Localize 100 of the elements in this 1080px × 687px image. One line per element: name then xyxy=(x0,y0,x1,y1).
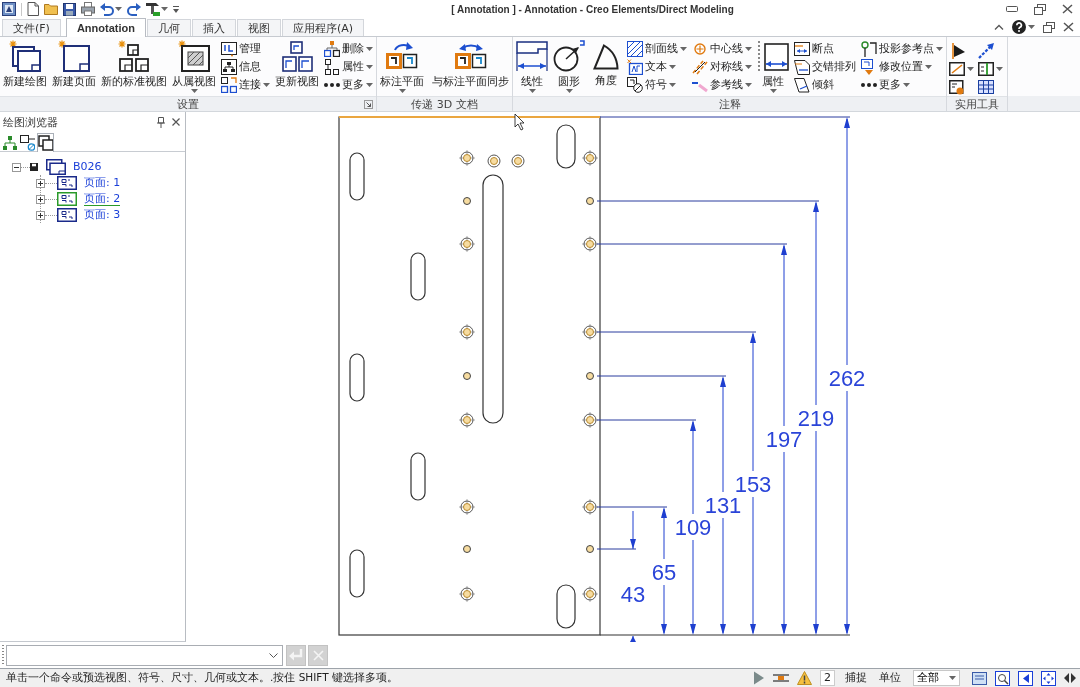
ribbon-button[interactable]: 修改位置 xyxy=(860,58,944,76)
restore-icon[interactable] xyxy=(1043,21,1055,33)
restore-icon[interactable] xyxy=(1034,3,1046,15)
command-field[interactable] xyxy=(6,644,283,666)
slot xyxy=(410,452,426,501)
close-icon[interactable] xyxy=(172,118,180,126)
ribbon-button[interactable]: 中心线 xyxy=(691,40,753,58)
ribbon-button[interactable]: 信息 xyxy=(220,58,271,76)
ribbon-tab[interactable]: 视图 xyxy=(236,19,281,36)
browser-tab[interactable] xyxy=(19,134,36,151)
frame-filter-icon xyxy=(20,135,35,151)
ribbon-button[interactable]: 倾斜 xyxy=(793,76,857,94)
ribbon-button[interactable]: 新的标准视图 xyxy=(100,39,168,88)
ribbon-button[interactable]: 线性 xyxy=(515,39,549,93)
ribbon-button[interactable]: 对称线 xyxy=(691,58,753,76)
caret-icon xyxy=(745,65,752,69)
dimension-value: 109 xyxy=(674,515,712,540)
left-right-arrows-icon[interactable] xyxy=(1064,673,1076,683)
app-icon[interactable] xyxy=(2,2,16,16)
ribbon-button[interactable]: 属性 xyxy=(756,39,790,93)
document-icon[interactable] xyxy=(27,2,39,16)
tree-item[interactable]: 页面: 2 xyxy=(84,192,121,206)
triangle-left-icon[interactable] xyxy=(1018,670,1033,686)
snap-button[interactable]: 捕捉 xyxy=(843,671,869,685)
tool-icon[interactable] xyxy=(146,2,160,16)
ribbon-button[interactable]: 符号 xyxy=(626,76,688,94)
filter-dropdown[interactable]: 全部 xyxy=(913,670,960,686)
tool-button[interactable] xyxy=(949,60,974,78)
chevron-up-icon[interactable] xyxy=(994,24,1004,30)
sheet-stack-icon xyxy=(9,40,41,72)
tool-button[interactable] xyxy=(978,42,994,60)
tree-item[interactable]: 页面: 1 xyxy=(84,176,121,190)
pin-icon[interactable] xyxy=(157,116,165,128)
tree-item[interactable]: B026 xyxy=(73,160,102,174)
help-icon[interactable] xyxy=(1012,20,1026,34)
fit-arrows-icon[interactable] xyxy=(1041,670,1056,686)
ribbon-tab[interactable]: 应用程序(A) xyxy=(281,19,365,36)
ribbon-button[interactable]: 新建页面 xyxy=(51,39,97,88)
ribbon-button[interactable]: 投影参考点 xyxy=(860,40,944,58)
ribbon-button[interactable]: 属性 xyxy=(323,58,374,76)
units-button[interactable]: 单位 xyxy=(877,671,903,685)
window-icon[interactable] xyxy=(972,671,987,685)
ribbon-button[interactable]: 更多 xyxy=(323,76,374,94)
tool-button[interactable] xyxy=(949,78,965,96)
tool-button[interactable] xyxy=(978,78,994,96)
play-icon[interactable] xyxy=(753,671,765,685)
expand-icon[interactable] xyxy=(36,194,45,204)
redo-icon[interactable] xyxy=(127,2,141,16)
expand-icon[interactable] xyxy=(36,210,45,220)
collapse-icon[interactable] xyxy=(12,162,21,172)
slant-dimension-icon xyxy=(794,77,810,93)
tool-button[interactable] xyxy=(978,60,1003,78)
ribbon-button[interactable]: 文本 xyxy=(626,58,688,76)
printer-icon[interactable] xyxy=(81,2,95,16)
ribbon-tab[interactable]: Annotation xyxy=(65,18,146,37)
drill-hole xyxy=(463,197,471,205)
ribbon-button[interactable]: 更新视图 xyxy=(274,39,320,88)
ribbon-tab[interactable]: 插入 xyxy=(191,19,236,36)
warning-icon[interactable] xyxy=(797,671,812,685)
ribbon-button[interactable]: 连接 xyxy=(220,76,271,94)
magnifier-icon[interactable] xyxy=(995,670,1010,686)
save-icon[interactable] xyxy=(63,2,76,16)
projection-point-icon xyxy=(861,41,877,57)
ribbon-button[interactable]: 管理 xyxy=(220,40,271,58)
bars-icon[interactable] xyxy=(773,673,789,683)
folder-icon[interactable] xyxy=(44,3,58,15)
drill-hole xyxy=(458,235,476,253)
ribbon-button[interactable]: 断点 xyxy=(793,40,857,58)
ribbon-button[interactable]: 交错排列 xyxy=(793,58,857,76)
tree-item[interactable]: 页面: 3 xyxy=(84,208,121,222)
ribbon-button[interactable]: 从属视图 xyxy=(171,39,217,93)
ribbon-tab[interactable]: 几何 xyxy=(146,19,191,36)
undo-icon[interactable] xyxy=(100,2,114,16)
caret-icon xyxy=(366,83,373,87)
panel-title: 绘图浏览器 xyxy=(3,114,58,130)
expand-icon[interactable] xyxy=(36,178,45,188)
dialog-launcher-icon[interactable] xyxy=(364,99,373,109)
minimize-icon[interactable] xyxy=(1006,6,1018,12)
linked-squares-icon xyxy=(221,77,237,93)
ribbon-tab[interactable]: 文件(F) xyxy=(2,19,61,36)
drill-hole xyxy=(463,545,471,553)
slot xyxy=(556,584,576,629)
planes-rotate-icon xyxy=(386,40,418,72)
ribbon-button[interactable]: 与标注平面同步 xyxy=(431,39,510,88)
toolbar-menu-icon[interactable] xyxy=(173,5,179,13)
stacked-pages-icon xyxy=(38,135,53,151)
ribbon-button[interactable]: 新建绘图 xyxy=(2,39,48,88)
text-frame-icon xyxy=(627,59,643,75)
browser-tab[interactable] xyxy=(37,133,54,152)
ribbon-button[interactable]: 角度 xyxy=(589,39,623,87)
tool-button[interactable] xyxy=(949,42,965,60)
ribbon-button[interactable]: 标注平面 xyxy=(379,39,425,93)
close-icon[interactable] xyxy=(1063,22,1074,32)
ribbon-button[interactable]: 圆形 xyxy=(552,39,586,93)
ribbon-button[interactable]: 删除 xyxy=(323,40,374,58)
chevron-down-icon[interactable] xyxy=(269,652,278,658)
ribbon-button[interactable]: 剖面线 xyxy=(626,40,688,58)
ribbon-button[interactable]: 参考线 xyxy=(691,76,753,94)
ribbon-button[interactable]: 更多 xyxy=(860,76,944,94)
close-icon[interactable] xyxy=(1062,4,1073,14)
